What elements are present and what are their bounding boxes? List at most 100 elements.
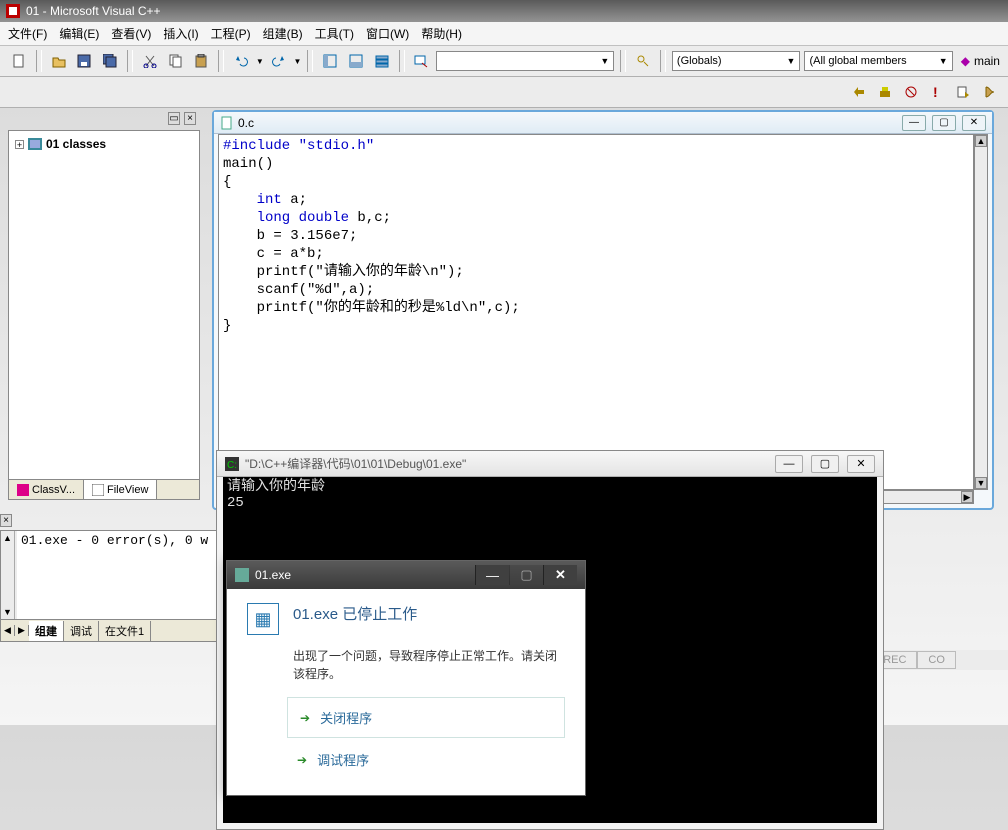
find-in-files-button[interactable]	[632, 50, 654, 72]
tab-fileview-label: FileView	[107, 484, 148, 496]
toolbar-sep	[36, 50, 42, 72]
menu-tools[interactable]: 工具(T)	[315, 25, 354, 42]
toolbar-sep	[620, 50, 626, 72]
output-tabs: ◀ ▶ 组建 调试 在文件1	[1, 619, 227, 641]
toolbar-sep	[307, 50, 313, 72]
crash-program-icon: ▦	[247, 603, 279, 635]
tab-classview[interactable]: ClassV...	[9, 480, 84, 499]
output-tab-prev[interactable]: ◀	[1, 625, 15, 636]
function-combo[interactable]: ◆ main	[961, 54, 1000, 68]
left-panel-controls: ▭ ×	[8, 112, 196, 125]
tree-expand-icon[interactable]: +	[15, 140, 24, 149]
arrow-right-icon: ➔	[300, 711, 310, 725]
menu-help[interactable]: 帮助(H)	[421, 25, 462, 42]
window-list-button[interactable]	[371, 50, 393, 72]
open-file-button[interactable]	[48, 50, 70, 72]
menu-file[interactable]: 文件(F)	[8, 25, 47, 42]
code-maximize-button[interactable]: ▢	[932, 115, 956, 131]
menu-project[interactable]: 工程(P)	[211, 25, 251, 42]
code-vscrollbar[interactable]: ▲ ▼	[974, 134, 988, 490]
crash-description: 出现了一个问题，导致程序停止正常工作。请关闭该程序。	[293, 647, 565, 683]
classview-icon	[17, 484, 29, 496]
console-titlebar[interactable]: C: "D:\C++编译器\代码\01\01\Debug\01.exe" — ▢…	[217, 451, 883, 477]
app-titlebar: 01 - Microsoft Visual C++	[0, 0, 1008, 22]
menu-bar: 文件(F) 编辑(E) 查看(V) 插入(I) 工程(P) 组建(B) 工具(T…	[0, 22, 1008, 46]
tab-fileview[interactable]: FileView	[84, 480, 157, 499]
crash-dialog: 01.exe — ▢ ✕ ▦ 01.exe 已停止工作 出现了一个问题，导致程序…	[226, 560, 586, 796]
find-button[interactable]	[411, 50, 433, 72]
status-co: CO	[917, 651, 956, 669]
app-title: 01 - Microsoft Visual C++	[26, 4, 161, 18]
scroll-up-icon[interactable]: ▲	[975, 135, 987, 147]
workspace-button[interactable]	[319, 50, 341, 72]
file-icon	[220, 116, 234, 130]
arrow-right-icon: ➔	[297, 753, 307, 767]
redo-button[interactable]	[268, 50, 290, 72]
toolbar-sep	[660, 50, 666, 72]
code-editor[interactable]: #include "stdio.h" main() { int a; long …	[218, 134, 974, 490]
scroll-right-icon[interactable]: ▶	[961, 491, 973, 503]
crash-close-label: 关闭程序	[320, 708, 372, 727]
console-title: "D:\C++编译器\代码\01\01\Debug\01.exe"	[245, 455, 466, 472]
output-button[interactable]	[345, 50, 367, 72]
members-combo[interactable]: (All global members ▼	[804, 51, 952, 71]
menu-build[interactable]: 组建(B)	[263, 25, 303, 42]
menu-window[interactable]: 窗口(W)	[366, 25, 409, 42]
crash-minimize-button[interactable]: —	[475, 565, 509, 585]
toolbar-sep	[218, 50, 224, 72]
console-minimize-button[interactable]: —	[775, 455, 803, 473]
crash-close-button[interactable]: ✕	[543, 565, 577, 585]
menu-edit[interactable]: 编辑(E)	[59, 25, 99, 42]
output-tab-findinfiles[interactable]: 在文件1	[99, 621, 151, 641]
console-close-button[interactable]: ✕	[847, 455, 875, 473]
members-combo-text: (All global members	[809, 55, 906, 67]
left-panel-close-button[interactable]: ×	[184, 112, 196, 125]
scope-combo-text: (Globals)	[677, 55, 722, 67]
undo-button[interactable]	[230, 50, 252, 72]
save-all-button[interactable]	[99, 50, 121, 72]
fileview-icon	[92, 484, 104, 496]
menu-insert[interactable]: 插入(I)	[163, 25, 198, 42]
console-maximize-button[interactable]: ▢	[811, 455, 839, 473]
copy-button[interactable]	[165, 50, 187, 72]
output-tab-debug[interactable]: 调试	[64, 621, 99, 641]
tab-classview-label: ClassV...	[32, 484, 75, 496]
code-filename: 0.c	[238, 116, 254, 130]
crash-body: ▦ 01.exe 已停止工作 出现了一个问题，导致程序停止正常工作。请关闭该程序…	[227, 589, 585, 783]
class-tree[interactable]: + 01 classes	[9, 131, 199, 157]
crash-titlebar[interactable]: 01.exe — ▢ ✕	[227, 561, 585, 589]
find-combo[interactable]: ▼	[436, 51, 614, 71]
output-text[interactable]: 01.exe - 0 error(s), 0 w	[17, 531, 227, 619]
console-window-buttons: — ▢ ✕	[775, 455, 875, 473]
save-button[interactable]	[73, 50, 95, 72]
tree-root-row[interactable]: + 01 classes	[15, 137, 193, 151]
tree-root-label: 01 classes	[46, 137, 106, 151]
left-panel-dock-button[interactable]: ▭	[168, 112, 180, 125]
crash-close-program[interactable]: ➔ 关闭程序	[287, 697, 565, 738]
output-panel: ▲▼ 01.exe - 0 error(s), 0 w ◀ ▶ 组建 调试 在文…	[0, 530, 228, 642]
crash-title: 01.exe	[255, 568, 291, 582]
redo-dropdown[interactable]: ▼	[294, 57, 302, 66]
code-window-buttons: — ▢ ✕	[902, 115, 986, 131]
console-icon: C:	[225, 457, 239, 471]
output-tab-next[interactable]: ▶	[15, 625, 29, 636]
code-minimize-button[interactable]: —	[902, 115, 926, 131]
paste-button[interactable]	[190, 50, 212, 72]
crash-app-icon	[235, 568, 249, 582]
scope-combo[interactable]: (Globals) ▼	[672, 51, 801, 71]
cut-button[interactable]	[139, 50, 161, 72]
crash-window-buttons: — ▢ ✕	[475, 565, 577, 585]
crash-debug-label: 调试程序	[317, 750, 369, 769]
code-close-button[interactable]: ✕	[962, 115, 986, 131]
code-titlebar[interactable]: 0.c — ▢ ✕	[214, 112, 992, 134]
output-vscroll[interactable]: ▲▼	[1, 531, 15, 619]
scroll-down-icon[interactable]: ▼	[975, 477, 987, 489]
output-tab-build[interactable]: 组建	[29, 621, 64, 641]
crash-maximize-button[interactable]: ▢	[509, 565, 543, 585]
new-file-button[interactable]	[8, 50, 30, 72]
crash-debug-program[interactable]: ➔ 调试程序	[297, 744, 565, 775]
menu-view[interactable]: 查看(V)	[111, 25, 151, 42]
output-panel-close-button[interactable]: ×	[0, 514, 12, 527]
undo-dropdown[interactable]: ▼	[256, 57, 264, 66]
svg-text:C:: C:	[227, 460, 237, 471]
